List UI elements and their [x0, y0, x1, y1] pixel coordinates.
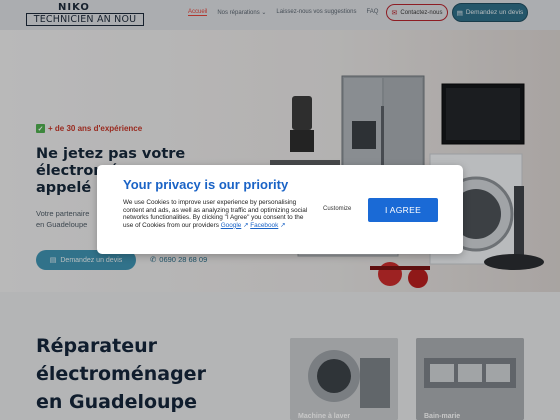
facebook-link[interactable]: Facebook [250, 222, 278, 229]
external-link-icon: ↗ [243, 221, 249, 229]
customize-button[interactable]: Customize [323, 206, 351, 212]
google-link[interactable]: Google [221, 222, 242, 229]
dialog-title: Your privacy is our priority [123, 177, 289, 192]
dialog-text: We use Cookies to improve user experienc… [123, 199, 313, 229]
cookie-consent-dialog: Your privacy is our priority We use Cook… [97, 165, 463, 254]
agree-button[interactable]: I AGREE [368, 198, 438, 222]
external-link-icon: ↗ [280, 221, 286, 229]
